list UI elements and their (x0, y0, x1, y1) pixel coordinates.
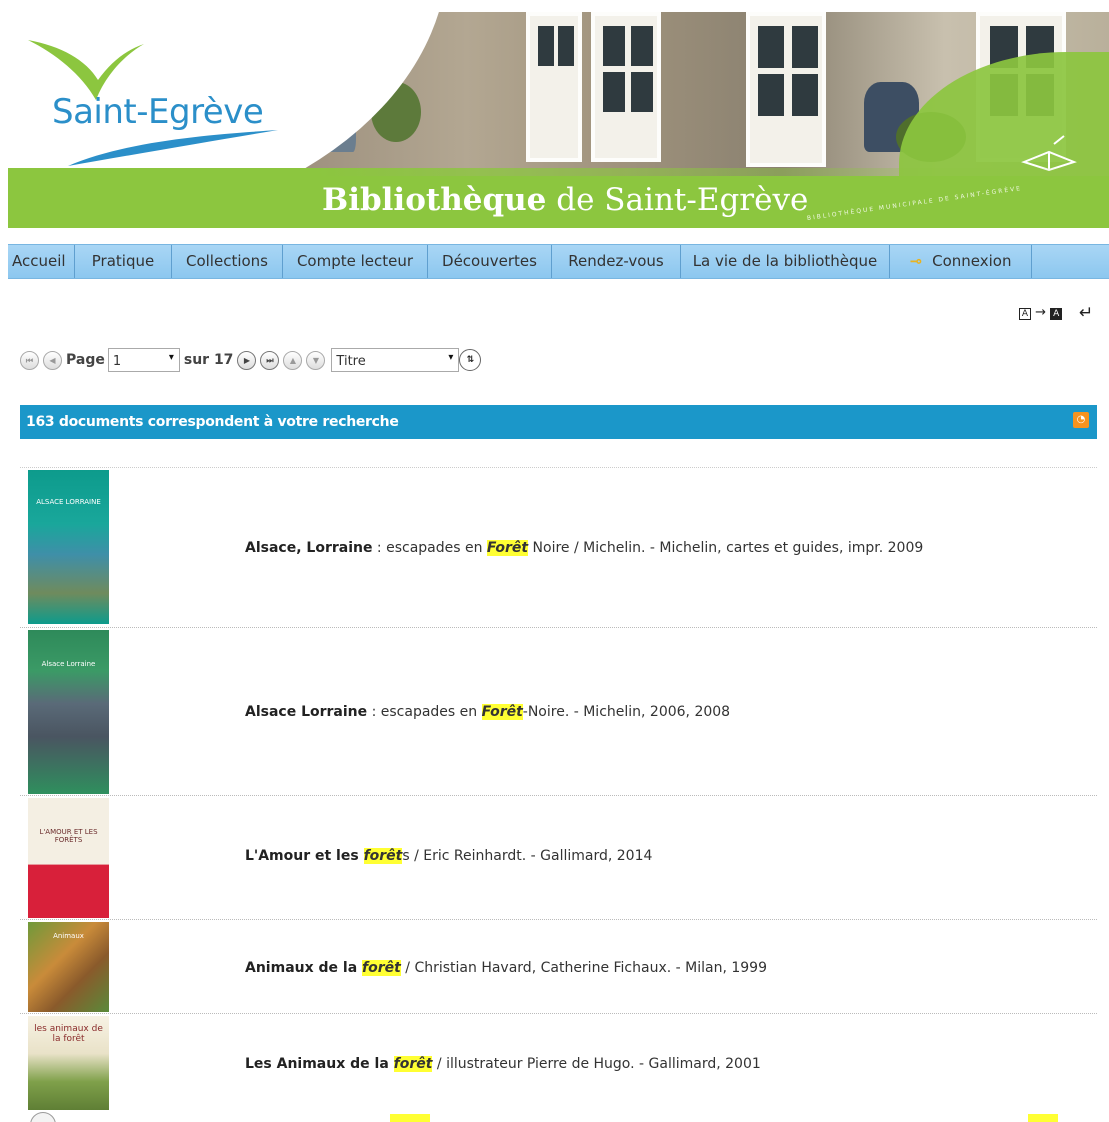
first-page-icon[interactable]: ⏮ (20, 350, 39, 370)
list-item[interactable]: Animaux Animaux de la forêt / Christian … (20, 919, 1097, 1013)
scroll-up-icon[interactable]: ▲ (283, 350, 303, 370)
next-page-icon[interactable]: ▶ (237, 350, 257, 370)
page-select[interactable]: 1 ▾ (107, 348, 180, 372)
site-logo[interactable]: Saint-Egrève (52, 92, 264, 132)
partial-list-item (20, 1108, 1097, 1122)
font-size-toggle-icon[interactable]: A → A (1019, 305, 1063, 320)
nav-item-decouvertes[interactable]: Découvertes (428, 245, 552, 278)
nav-item-collections[interactable]: Collections (172, 245, 283, 278)
book-cover[interactable]: les animaux de la forêt (28, 1016, 109, 1110)
sort-order-icon[interactable]: ⇅ (459, 349, 482, 371)
return-icon[interactable]: ↵ (1079, 303, 1093, 323)
banner-title-rest: de Saint-Egrève (546, 182, 809, 218)
result-list: ALSACE LORRAINE Alsace, Lorraine : escap… (20, 467, 1097, 1110)
site-banner: Saint-Egrève Bibliothèque de Saint-Egrèv… (8, 12, 1109, 228)
results-count: 163 documents correspondent à votre rech… (26, 414, 399, 430)
chevron-down-icon: ▾ (168, 352, 174, 363)
prev-page-icon[interactable]: ◀ (43, 350, 62, 370)
list-item[interactable]: L'AMOUR ET LES FORÊTS L'Amour et les for… (20, 795, 1097, 919)
result-entry[interactable]: Animaux de la forêt / Christian Havard, … (245, 960, 767, 976)
banner-title: Bibliothèque de Saint-Egrève (322, 182, 808, 218)
list-item[interactable]: Alsace Lorraine Alsace Lorraine : escapa… (20, 627, 1097, 795)
nav-item-vie-bibliotheque[interactable]: La vie de la bibliothèque (681, 245, 890, 278)
book-cover[interactable]: L'AMOUR ET LES FORÊTS (28, 798, 109, 918)
list-item[interactable]: les animaux de la forêt Les Animaux de l… (20, 1013, 1097, 1110)
page-label: Page (66, 352, 105, 368)
pager: ⏮ ◀ Page 1 ▾ sur 17 ▶ ⏭ ▲ ▼ Titre ▾ ⇅ (20, 346, 482, 374)
sort-select[interactable]: Titre ▾ (331, 348, 460, 372)
key-icon: ⊸ (909, 252, 923, 270)
book-icon (1021, 135, 1077, 172)
nav-item-pratique[interactable]: Pratique (75, 245, 172, 278)
result-entry[interactable]: L'Amour et les forêts / Eric Reinhardt. … (245, 848, 652, 864)
list-item[interactable]: ALSACE LORRAINE Alsace, Lorraine : escap… (20, 467, 1097, 627)
nav-item-rendez-vous[interactable]: Rendez-vous (552, 245, 681, 278)
book-cover[interactable]: Animaux (28, 922, 109, 1012)
logo-text-1: Saint- (52, 92, 149, 132)
results-header: 163 documents correspondent à votre rech… (20, 405, 1097, 439)
banner-title-bold: Bibliothèque (322, 182, 547, 218)
rss-icon[interactable]: ◔ (1073, 412, 1089, 428)
last-page-icon[interactable]: ⏭ (260, 350, 280, 370)
page-select-value: 1 (112, 354, 122, 369)
connexion-label: Connexion (932, 252, 1012, 270)
result-entry[interactable]: Alsace Lorraine : escapades en Forêt-Noi… (245, 704, 730, 720)
result-entry[interactable]: Les Animaux de la forêt / illustrateur P… (245, 1056, 761, 1072)
page-total: sur 17 (183, 352, 234, 368)
result-entry[interactable]: Alsace, Lorraine : escapades en Forêt No… (245, 540, 923, 556)
book-cover[interactable]: ALSACE LORRAINE (28, 470, 109, 624)
scroll-down-icon[interactable]: ▼ (306, 350, 326, 370)
main-nav: Accueil Pratique Collections Compte lect… (8, 244, 1109, 279)
nav-item-compte-lecteur[interactable]: Compte lecteur (283, 245, 428, 278)
logo-text-2: Egrève (148, 92, 264, 132)
logo-underline-icon (68, 130, 278, 166)
nav-item-connexion[interactable]: ⊸ Connexion (890, 245, 1032, 278)
sort-select-value: Titre (336, 354, 366, 369)
book-cover[interactable]: Alsace Lorraine (28, 630, 109, 794)
nav-item-accueil[interactable]: Accueil (8, 245, 75, 278)
chevron-down-icon: ▾ (448, 352, 454, 363)
window-decoration (526, 12, 582, 162)
